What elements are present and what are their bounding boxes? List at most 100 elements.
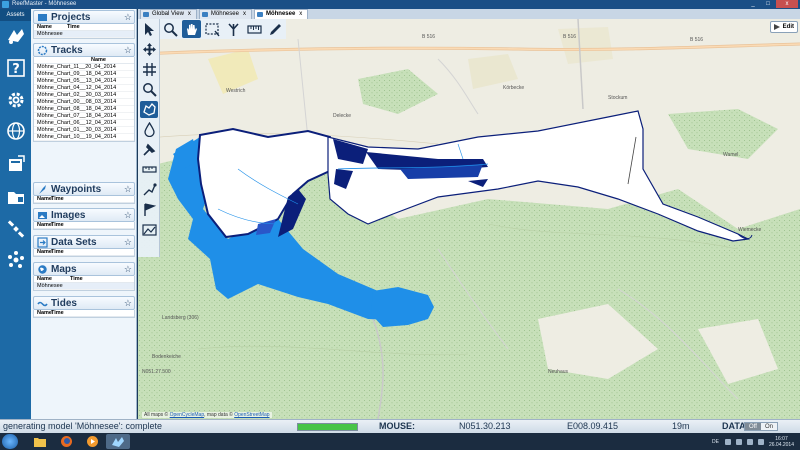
depth-tool[interactable]: [140, 121, 158, 138]
projects-header[interactable]: Projects ☆: [33, 10, 135, 24]
map-canvas[interactable]: [138, 19, 800, 419]
projects-col-time[interactable]: Time: [67, 24, 80, 30]
start-button[interactable]: [2, 434, 18, 449]
tab-mohnesee-1[interactable]: Möhnesee x: [198, 9, 252, 19]
rail-folder-button[interactable]: [3, 186, 28, 208]
data-on-option[interactable]: On: [761, 423, 777, 430]
track-row[interactable]: Möhne_Chart_02__30_03_2014: [34, 92, 134, 99]
map-row[interactable]: Möhnesee: [34, 283, 134, 290]
track-row[interactable]: Möhne_Chart_08__18_04_2014: [34, 106, 134, 113]
move-tool[interactable]: [140, 41, 158, 58]
taskbar-media-button[interactable]: [80, 434, 104, 449]
maximize-button[interactable]: □: [761, 0, 775, 8]
minimize-button[interactable]: _: [746, 0, 760, 8]
route-tool[interactable]: [140, 181, 158, 198]
close-button[interactable]: x: [776, 0, 798, 8]
projects-col-name[interactable]: Name: [37, 24, 67, 30]
track-row[interactable]: Möhne_Chart_00__08_03_2014: [34, 99, 134, 106]
select-tool[interactable]: [140, 21, 158, 38]
tides-header[interactable]: Tides ☆: [33, 296, 135, 310]
taskbar-reefmaster-button[interactable]: [106, 434, 130, 449]
map-view[interactable]: B 516 B 516 B 516 Westrich Delecke Körbe…: [138, 19, 800, 419]
track-row[interactable]: Möhne_Chart_09__18_04_2014: [34, 71, 134, 78]
pan-tool[interactable]: [182, 20, 201, 38]
draw-tool[interactable]: [266, 20, 285, 38]
tracks-star-icon[interactable]: ☆: [124, 45, 132, 56]
arrow-cursor-icon: [144, 23, 154, 36]
track-row[interactable]: Möhne_Chart_04__12_04_2014: [34, 85, 134, 92]
opencyclemap-link[interactable]: OpenCycleMap: [170, 412, 204, 418]
tracks-header[interactable]: Tracks ☆: [33, 43, 135, 57]
track-row[interactable]: Möhne_Chart_11__20_04_2014: [34, 64, 134, 71]
ruler-tool[interactable]: [140, 161, 158, 178]
rail-import-button[interactable]: [3, 153, 28, 175]
datasets-col-name[interactable]: Name: [37, 249, 52, 255]
track-row[interactable]: Möhne_Chart_10__19_04_2014: [34, 134, 134, 141]
waypoints-star-icon[interactable]: ☆: [124, 184, 132, 195]
datasets-star-icon[interactable]: ☆: [124, 237, 132, 248]
tides-col-time[interactable]: Time: [51, 310, 64, 316]
track-row[interactable]: Möhne_Chart_06__12_04_2014: [34, 120, 134, 127]
tab-global-view[interactable]: Global View x: [140, 9, 197, 19]
projects-star-icon[interactable]: ☆: [124, 12, 132, 23]
volume-icon[interactable]: [746, 438, 753, 445]
assets-label[interactable]: Assets: [0, 9, 31, 21]
box-select-tool[interactable]: [203, 20, 222, 38]
language-indicator[interactable]: DE: [712, 439, 719, 445]
waypoint-tool[interactable]: [140, 201, 158, 218]
network-tray-icon[interactable]: [735, 438, 742, 445]
track-row[interactable]: Möhne_Chart_01__30_03_2014: [34, 127, 134, 134]
zoom-in-tool[interactable]: [161, 20, 180, 38]
depth-readout: 19m: [672, 421, 690, 431]
images-star-icon[interactable]: ☆: [124, 210, 132, 221]
chart-tool[interactable]: [140, 221, 158, 238]
images-col-name[interactable]: Name: [37, 222, 52, 228]
waypoints-col-name[interactable]: Name: [37, 196, 52, 202]
system-tray: DE 16:07 26.04.2014: [712, 434, 794, 449]
rail-help-button[interactable]: ?: [3, 57, 28, 79]
tab-mohnesee-2[interactable]: Möhnesee x: [253, 9, 309, 19]
ruler-icon: [141, 166, 157, 173]
tracks-col-name[interactable]: Name: [91, 57, 106, 63]
close-tab-icon[interactable]: x: [188, 11, 191, 17]
rail-web-button[interactable]: [3, 120, 28, 142]
tides-star-icon[interactable]: ☆: [124, 298, 132, 309]
datasets-header[interactable]: Data Sets ☆: [33, 235, 135, 249]
branch-tool[interactable]: [224, 20, 243, 38]
tracks-section: Tracks ☆ Name Möhne_Chart_11__20_04_2014…: [33, 43, 135, 142]
data-off-option[interactable]: Off: [745, 423, 761, 430]
taskbar-firefox-button[interactable]: [54, 434, 78, 449]
datasets-col-time[interactable]: Time: [51, 249, 64, 255]
tray-arrow-icon[interactable]: [724, 438, 731, 445]
maps-star-icon[interactable]: ☆: [124, 264, 132, 275]
maps-header[interactable]: Maps ☆: [33, 262, 135, 276]
close-tab-icon[interactable]: x: [299, 11, 302, 17]
taskbar-explorer-button[interactable]: [28, 434, 52, 449]
edit-button[interactable]: Edit: [770, 21, 798, 33]
images-header[interactable]: Images ☆: [33, 208, 135, 222]
map-label-road: B 516: [422, 34, 436, 40]
system-clock[interactable]: 16:07 26.04.2014: [769, 436, 794, 448]
pin-tool[interactable]: [140, 141, 158, 158]
boundary-tool[interactable]: [140, 101, 158, 118]
track-row[interactable]: Möhne_Chart_07__18_04_2014: [34, 113, 134, 120]
close-tab-icon[interactable]: x: [243, 11, 246, 17]
maps-col-time[interactable]: Time: [70, 276, 83, 282]
waypoints-col-time[interactable]: Time: [51, 196, 64, 202]
openstreetmap-link[interactable]: OpenStreetMap: [234, 412, 269, 418]
images-col-time[interactable]: Time: [51, 222, 64, 228]
waypoints-header[interactable]: Waypoints ☆: [33, 182, 135, 196]
track-row[interactable]: Möhne_Chart_05__13_04_2014: [34, 78, 134, 85]
maps-col-name[interactable]: Name: [37, 276, 70, 282]
data-toggle[interactable]: Off On: [744, 422, 778, 431]
zoom-tool[interactable]: [140, 81, 158, 98]
grid-tool[interactable]: [140, 61, 158, 78]
rail-reefmaster-button[interactable]: [3, 25, 28, 47]
rail-network-button[interactable]: [3, 249, 28, 271]
tides-col-name[interactable]: Name: [37, 310, 52, 316]
measure-tool[interactable]: [245, 20, 264, 38]
flag-tray-icon[interactable]: [757, 438, 764, 445]
rail-satellite-button[interactable]: [3, 218, 28, 240]
project-row[interactable]: Möhnesee: [34, 31, 134, 38]
rail-settings-button[interactable]: [3, 89, 28, 111]
